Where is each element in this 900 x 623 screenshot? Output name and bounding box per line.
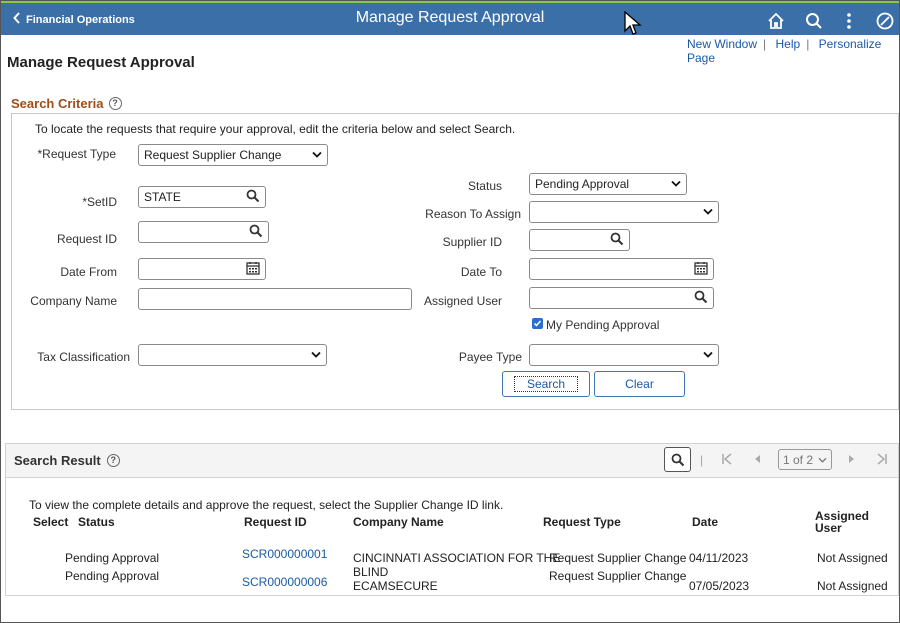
request-type-value: Request Supplier Change xyxy=(144,148,282,162)
row-2-request-type: Request Supplier Change xyxy=(549,569,687,583)
page-title: Manage Request Approval xyxy=(7,54,195,71)
status-select[interactable]: Pending Approval xyxy=(529,173,687,195)
column-header-status: Status xyxy=(78,515,115,529)
help-icon[interactable]: ? xyxy=(106,454,120,467)
row-1-assigned-user: Not Assigned xyxy=(817,551,888,565)
top-banner: Financial Operations Manage Request Appr… xyxy=(1,1,899,35)
payee-type-select[interactable] xyxy=(529,344,719,366)
date-from-input[interactable] xyxy=(138,258,266,280)
search-criteria-label: Search Criteria xyxy=(11,96,104,111)
calendar-icon[interactable] xyxy=(694,261,708,278)
magnifier-icon[interactable] xyxy=(249,224,263,241)
reason-to-assign-select[interactable] xyxy=(529,201,719,223)
page-links: New Window | Help | Personalize Page xyxy=(687,37,882,65)
page-select[interactable]: 1 of 2 xyxy=(778,449,832,470)
more-icon[interactable] xyxy=(839,11,859,31)
date-to-input[interactable] xyxy=(529,258,714,280)
assigned-user-label: Assigned User xyxy=(423,294,502,308)
my-pending-approval-label: My Pending Approval xyxy=(546,318,660,332)
magnifier-icon[interactable] xyxy=(610,232,624,249)
row-2-date: 07/05/2023 xyxy=(689,579,750,593)
date-from-label: Date From xyxy=(60,265,117,279)
request-type-select[interactable]: Request Supplier Change xyxy=(138,144,328,166)
pager-divider: | xyxy=(700,453,704,467)
home-icon[interactable] xyxy=(766,11,786,31)
request-id-input[interactable] xyxy=(138,221,269,243)
column-header-request-id: Request ID xyxy=(244,515,307,529)
mouse-cursor-icon xyxy=(624,10,642,40)
request-type-label: *Request Type xyxy=(37,147,117,161)
row-2-status: Pending Approval xyxy=(65,569,160,583)
magnifier-icon[interactable] xyxy=(246,189,260,206)
supplier-id-input[interactable] xyxy=(529,229,630,251)
search-instructions: To locate the requests that require your… xyxy=(35,122,516,136)
search-result-label: Search Result xyxy=(14,453,101,468)
setid-label: *SetID xyxy=(82,195,117,209)
tax-classification-label: Tax Classification xyxy=(37,350,130,364)
row-1-date: 04/11/2023 xyxy=(689,551,749,565)
row-2-company-name: ECAMSECURE xyxy=(353,579,438,593)
request-id-label: Request ID xyxy=(56,232,117,246)
previous-page-icon[interactable] xyxy=(752,453,762,468)
navbar-icon[interactable] xyxy=(875,11,895,31)
find-button[interactable] xyxy=(664,447,691,472)
search-result-heading: Search Result ? xyxy=(14,453,120,468)
my-pending-approval-option: My Pending Approval xyxy=(532,318,659,332)
my-pending-approval-checkbox[interactable] xyxy=(532,318,543,332)
chevron-down-icon xyxy=(312,148,322,162)
column-header-assigned-user: Assigned User xyxy=(815,509,870,535)
next-page-icon[interactable] xyxy=(847,453,857,468)
assigned-user-input[interactable] xyxy=(529,287,714,309)
help-icon[interactable]: ? xyxy=(108,97,122,110)
company-name-label: Company Name xyxy=(30,294,117,308)
status-label: Status xyxy=(467,179,502,193)
banner-title: Manage Request Approval xyxy=(355,9,545,26)
column-header-request-type: Request Type xyxy=(543,515,621,529)
chevron-down-icon xyxy=(311,348,321,362)
search-result-header xyxy=(5,443,899,478)
new-window-link[interactable]: New Window xyxy=(687,37,757,51)
search-criteria-heading: Search Criteria ? xyxy=(11,96,122,111)
row-1-company-name-cont: BLIND xyxy=(353,565,389,579)
supplier-id-label: Supplier ID xyxy=(442,235,502,249)
calendar-icon[interactable] xyxy=(246,261,260,278)
date-to-label: Date To xyxy=(460,265,502,279)
row-2-request-id-link[interactable]: SCR000000006 xyxy=(242,575,327,589)
setid-input[interactable]: STATE xyxy=(138,186,266,208)
row-1-request-id-link[interactable]: SCR000000001 xyxy=(242,547,327,561)
last-page-icon[interactable] xyxy=(876,453,888,468)
payee-type-label: Payee Type xyxy=(458,350,522,364)
row-1-company-name: CINCINNATI ASSOCIATION FOR THE xyxy=(353,551,561,565)
help-link[interactable]: Help xyxy=(776,37,801,51)
tax-classification-select[interactable] xyxy=(138,344,327,366)
search-button-label: Search xyxy=(513,376,579,392)
clear-button[interactable]: Clear xyxy=(594,371,685,397)
row-2-assigned-user: Not Assigned xyxy=(817,579,888,593)
column-header-company-name: Company Name xyxy=(353,515,444,529)
column-header-select: Select xyxy=(33,515,69,529)
search-icon xyxy=(671,453,685,470)
search-button[interactable]: Search xyxy=(502,371,590,397)
chevron-down-icon xyxy=(818,453,827,467)
chevron-down-icon xyxy=(703,348,713,362)
chevron-down-icon xyxy=(671,177,681,191)
page-indicator: 1 of 2 xyxy=(783,452,814,467)
status-value: Pending Approval xyxy=(535,177,630,191)
setid-value: STATE xyxy=(144,190,181,204)
reason-to-assign-label: Reason To Assign xyxy=(425,207,521,221)
magnifier-icon[interactable] xyxy=(694,290,708,307)
first-page-icon[interactable] xyxy=(721,453,733,468)
chevron-down-icon xyxy=(703,205,713,219)
company-name-input[interactable] xyxy=(138,288,412,310)
search-icon[interactable] xyxy=(804,11,824,31)
column-header-date: Date xyxy=(692,515,719,529)
result-instructions: To view the complete details and approve… xyxy=(29,498,504,512)
row-1-status: Pending Approval xyxy=(65,551,160,565)
row-1-request-type: Request Supplier Change xyxy=(549,551,687,565)
